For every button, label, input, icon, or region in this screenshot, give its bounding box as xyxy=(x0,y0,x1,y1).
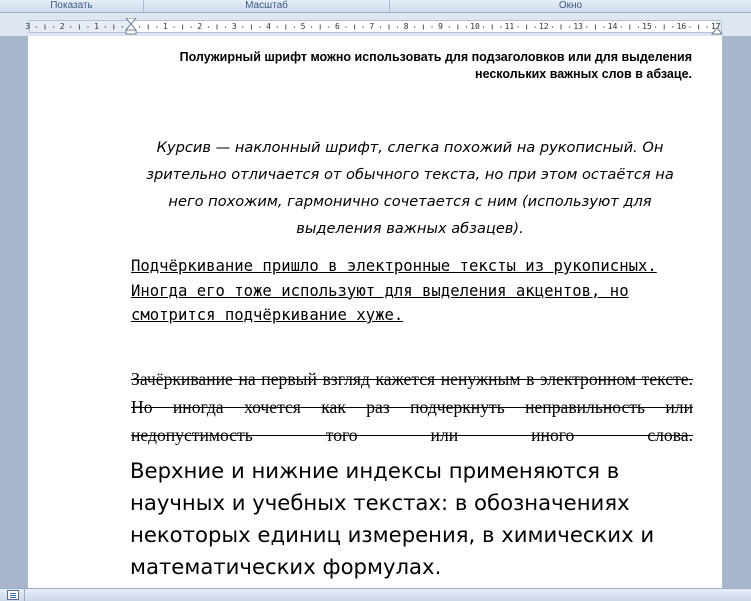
status-divider xyxy=(24,589,25,601)
ribbon-group-zoom[interactable]: Масштаб xyxy=(144,0,390,12)
paragraph-large[interactable]: Верхние и нижние индексы применяются в н… xyxy=(130,455,692,583)
ruler-number: 7 xyxy=(369,22,375,31)
ruler-number: 1 xyxy=(162,22,168,31)
ruler-number: 13 xyxy=(573,22,584,31)
ribbon-group-window[interactable]: Окно xyxy=(390,0,751,12)
ruler-number: 3 xyxy=(231,22,237,31)
left-gutter xyxy=(0,36,28,588)
ruler-number: 8 xyxy=(403,22,409,31)
ruler-number: 5 xyxy=(300,22,306,31)
status-bar xyxy=(0,588,751,601)
ruler-number: 3 xyxy=(25,22,31,31)
ruler-number: 4 xyxy=(266,22,272,31)
paragraph-strikethrough[interactable]: Зачёркивание на первый взгляд кажется не… xyxy=(131,365,693,449)
ruler-number: 16 xyxy=(676,22,687,31)
ruler-bar: 3 2 1 1 2 3 4 5 6 7 8 9 10 11 12 13 14 15 16 17 xyxy=(0,13,751,36)
paragraph-italic-text: Курсив — наклонный шрифт, слегка похожий… xyxy=(146,139,674,237)
ruler-number: 1 xyxy=(94,22,100,31)
ruler-number: 6 xyxy=(334,22,340,31)
horizontal-ruler[interactable]: 3 2 1 1 2 3 4 5 6 7 8 9 10 11 12 13 14 15 16 17 xyxy=(25,18,723,35)
ruler-number: 11 xyxy=(504,22,515,31)
right-indent-marker-icon[interactable] xyxy=(711,25,723,35)
ruler-number: 14 xyxy=(607,22,618,31)
ribbon-group-show[interactable]: Показать xyxy=(0,0,144,12)
ruler-number: 9 xyxy=(438,22,444,31)
ruler-number: 12 xyxy=(538,22,549,31)
ribbon-group-labels: Показать Масштаб Окно xyxy=(0,0,751,13)
paragraph-underline[interactable]: Подчёркивание пришло в электронные текст… xyxy=(131,254,696,328)
indent-marker-icon[interactable] xyxy=(125,18,137,35)
paragraph-bold[interactable]: Полужирный шрифт можно использовать для … xyxy=(130,49,692,83)
ruler-number: 15 xyxy=(642,22,652,31)
right-gutter xyxy=(722,36,751,588)
ruler-number: 2 xyxy=(59,22,65,31)
print-layout-icon[interactable] xyxy=(7,590,19,600)
paragraph-italic[interactable]: Курсив — наклонный шрифт, слегка похожий… xyxy=(128,134,692,242)
ruler-number: 2 xyxy=(197,22,203,31)
ruler-number: 10 xyxy=(470,22,480,31)
